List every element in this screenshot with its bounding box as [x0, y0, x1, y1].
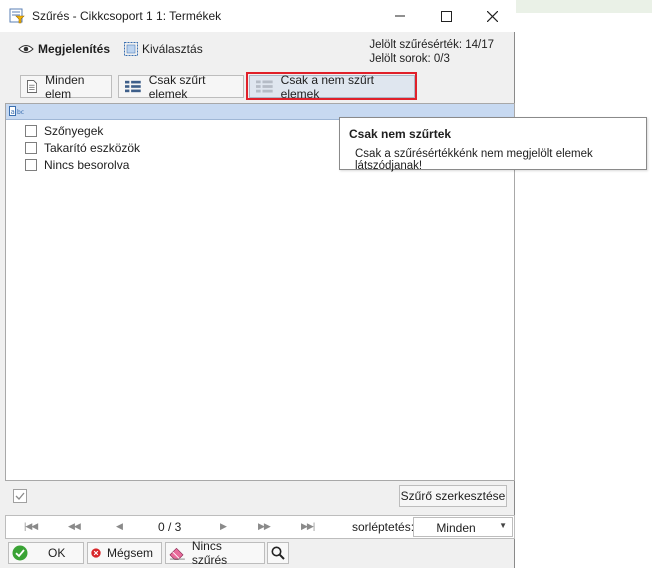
select-mode-tab[interactable]: Kiválasztás [124, 40, 203, 58]
next-page-group-icon[interactable]: ▶▶ [258, 521, 271, 532]
document-icon [27, 80, 38, 93]
close-icon [486, 10, 498, 22]
edit-filter-label: Szűrő szerkesztése [400, 489, 506, 503]
navigation-bar: |◀◀ ◀◀ ◀ 0 / 3 ▶ ▶▶ ▶▶| sorléptetés: Min… [5, 515, 515, 539]
marked-values-count: Jelölt szűrésérték: 14/17 [369, 39, 494, 51]
svg-text:a: a [11, 108, 15, 116]
filtered-list-icon [125, 80, 141, 93]
item-label: Nincs besorolva [44, 158, 130, 172]
filter-app-icon [9, 8, 25, 24]
prev-page-group-icon[interactable]: ◀◀ [68, 521, 81, 532]
no-filter-button[interactable]: Nincs szűrés [165, 539, 265, 567]
checkmark-icon [15, 492, 25, 500]
item-checkbox[interactable] [25, 125, 37, 137]
item-checkbox[interactable] [25, 142, 37, 154]
chevron-down-icon: ▼ [499, 521, 507, 530]
select-all-checkbox[interactable] [13, 489, 27, 503]
sort-dropdown[interactable]: Minden ▼ [413, 517, 513, 537]
minimize-button[interactable] [377, 0, 423, 32]
selection-stats: Jelölt szűrésérték: 14/17 Jelölt sorok: … [369, 38, 494, 66]
cancel-label: Mégsem [106, 546, 153, 560]
filter-dialog: Szűrés - Cikkcsoport 1 1: Termékek Megje… [0, 0, 515, 568]
edit-filter-button[interactable]: Szűrő szerkesztése [399, 485, 507, 507]
list-item[interactable]: Nincs besorolva [25, 157, 129, 173]
ok-button[interactable]: OK [8, 542, 84, 564]
first-page-icon[interactable]: |◀◀ [24, 521, 38, 532]
minimize-icon [395, 15, 405, 17]
title-bar: Szűrés - Cikkcsoport 1 1: Termékek [0, 0, 515, 32]
sort-value: Minden [436, 521, 476, 535]
list-item[interactable]: Takarító eszközök [25, 140, 140, 156]
last-page-icon[interactable]: ▶▶| [301, 521, 315, 532]
select-mode-label: Kiválasztás [142, 42, 203, 56]
view-mode-label: Megjelenítés [38, 42, 111, 56]
item-label: Szőnyegek [44, 124, 104, 138]
show-all-button[interactable]: Minden elem [20, 72, 112, 101]
maximize-button[interactable] [423, 0, 469, 32]
tooltip-text: Csak a szűrésértékkénk nem megjelölt ele… [355, 148, 593, 172]
search-icon [271, 546, 285, 560]
view-mode-tab[interactable]: Megjelenítés [18, 40, 110, 58]
next-page-icon[interactable]: ▶ [220, 521, 227, 532]
tooltip: Csak nem szűrtek Csak a szűrésértékkénk … [339, 117, 647, 172]
window-title: Szűrés - Cikkcsoport 1 1: Termékek [32, 9, 222, 23]
show-filtered-button[interactable]: Csak szűrt elemek [118, 72, 244, 101]
search-button[interactable] [267, 542, 289, 564]
sort-label: sorléptetés: [352, 520, 415, 534]
show-all-label: Minden elem [45, 72, 85, 101]
cancel-button[interactable]: Mégsem [87, 542, 162, 564]
item-label: Takarító eszközök [44, 141, 141, 155]
abc-text-icon: a bc [9, 106, 24, 116]
show-filtered-label: Csak szűrt elemek [148, 72, 206, 101]
no-filter-label: Nincs szűrés [191, 539, 228, 567]
cancel-x-icon [91, 548, 101, 558]
close-button[interactable] [469, 0, 515, 32]
marked-rows-count: Jelölt sorok: 0/3 [369, 53, 450, 65]
eye-icon [18, 45, 34, 53]
ok-check-icon [12, 545, 28, 561]
eraser-icon [169, 547, 185, 560]
item-checkbox[interactable] [25, 159, 37, 171]
tooltip-title: Csak nem szűrtek [349, 127, 452, 141]
highlight-frame [246, 72, 417, 100]
ok-label: OK [48, 546, 66, 560]
selection-icon [124, 42, 138, 56]
page-indicator: 0 / 3 [158, 520, 182, 534]
maximize-icon [440, 10, 452, 22]
list-item[interactable]: Szőnyegek [25, 123, 103, 139]
prev-page-icon[interactable]: ◀ [116, 521, 123, 532]
background-app-strip [516, 0, 652, 13]
svg-text:bc: bc [17, 109, 24, 116]
